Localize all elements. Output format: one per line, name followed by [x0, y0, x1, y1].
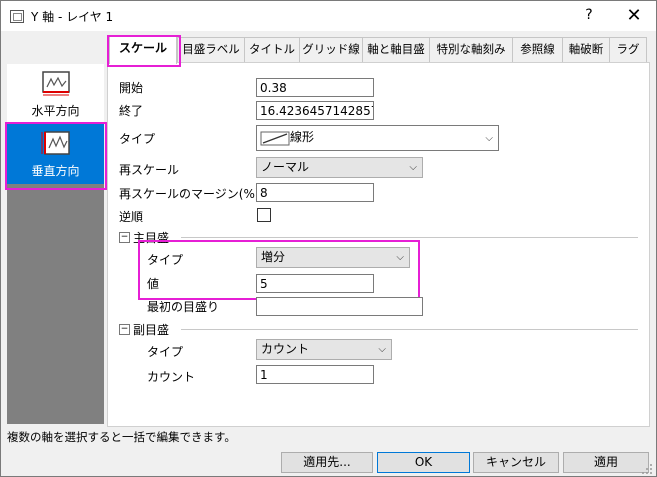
tab-axis-break[interactable]: 軸破断: [562, 37, 610, 62]
app-icon: [10, 10, 24, 23]
window-title: Y 軸 - レイヤ 1: [31, 10, 114, 24]
from-field[interactable]: 0.38: [256, 78, 374, 97]
minor-group-label: 副目盛: [133, 323, 170, 337]
horizontal-axis-icon: [42, 71, 70, 96]
tab-label: 軸と軸目盛: [367, 42, 425, 56]
minor-type-select[interactable]: カウント ⌵: [256, 339, 392, 360]
tab-grid-lines[interactable]: グリッド線: [299, 37, 363, 62]
rescale-value: ノーマル: [261, 160, 310, 174]
tab-label: ラグ: [616, 42, 640, 56]
rescale-select[interactable]: ノーマル ⌵: [256, 157, 423, 178]
major-collapse-toggle[interactable]: −: [119, 232, 130, 243]
cancel-button[interactable]: キャンセル: [473, 452, 559, 473]
tab-title[interactable]: タイトル: [244, 37, 300, 62]
rescale-label: 再スケール: [119, 163, 180, 177]
apply-button[interactable]: 適用: [563, 452, 649, 473]
first-tick-field[interactable]: [256, 297, 423, 316]
type-label: タイプ: [119, 132, 156, 146]
tab-special-ticks[interactable]: 特別な軸刻み: [429, 37, 513, 62]
tab-reference-lines[interactable]: 参照線: [512, 37, 563, 62]
apply-to-button[interactable]: 適用先...: [281, 452, 373, 473]
axis-direction-sidebar: 水平方向 垂直方向: [7, 64, 104, 424]
to-label: 終了: [119, 104, 144, 118]
reverse-label: 逆順: [119, 210, 144, 224]
first-tick-label: 最初の目盛り: [147, 300, 220, 314]
minor-count-label: カウント: [147, 370, 196, 384]
minor-type-value: カウント: [261, 342, 310, 356]
rescale-margin-label: 再スケールのマージン(%): [119, 187, 260, 201]
close-button[interactable]: ✕: [621, 5, 647, 27]
chevron-down-icon: ⌵: [409, 162, 417, 173]
tab-rug[interactable]: ラグ: [609, 37, 647, 62]
major-group-divider: [181, 237, 638, 238]
tab-label: タイトル: [249, 42, 295, 56]
from-label: 開始: [119, 81, 144, 95]
to-field[interactable]: 16.4236457142857: [256, 101, 374, 120]
sidebar-item-label: 水平方向: [31, 104, 80, 118]
resize-grip-icon[interactable]: [641, 463, 653, 475]
minor-count-field[interactable]: 1: [256, 365, 374, 384]
tab-label: 軸破断: [568, 42, 604, 56]
title-bar: Y 軸 - レイヤ 1 ? ✕: [1, 1, 656, 31]
tab-tick-labels[interactable]: 目盛ラベル: [177, 37, 245, 62]
tab-label: 目盛ラベル: [182, 42, 240, 56]
minor-type-label: タイプ: [147, 345, 184, 359]
highlight-scale-tab: [107, 35, 181, 67]
tab-line-ticks[interactable]: 軸と軸目盛: [362, 37, 430, 62]
chevron-down-icon: ⌵: [378, 344, 386, 355]
tab-label: 参照線: [520, 42, 555, 56]
chevron-down-icon: ⌵: [485, 133, 493, 144]
sidebar-item-horizontal[interactable]: 水平方向: [7, 64, 104, 124]
scale-type-select[interactable]: 線形 ⌵: [256, 125, 499, 151]
tab-label: 特別な軸刻み: [436, 42, 506, 56]
rescale-margin-field[interactable]: 8: [256, 183, 374, 202]
scale-type-value: 線形: [290, 130, 315, 144]
status-text: 複数の軸を選択すると一括で編集できます。: [7, 430, 236, 444]
minor-group-divider: [181, 329, 638, 330]
reverse-checkbox[interactable]: [257, 208, 271, 222]
minor-collapse-toggle[interactable]: −: [119, 324, 130, 335]
tab-label: グリッド線: [302, 42, 360, 56]
dialog-window: Y 軸 - レイヤ 1 ? ✕ 水平方向 垂直方向 スケール 目盛ラベル: [0, 0, 657, 477]
highlight-vertical: [5, 122, 107, 190]
ok-button[interactable]: OK: [377, 452, 470, 473]
linear-scale-icon: [260, 131, 290, 146]
highlight-major-ticks: [138, 240, 420, 300]
help-button[interactable]: ?: [579, 7, 599, 25]
